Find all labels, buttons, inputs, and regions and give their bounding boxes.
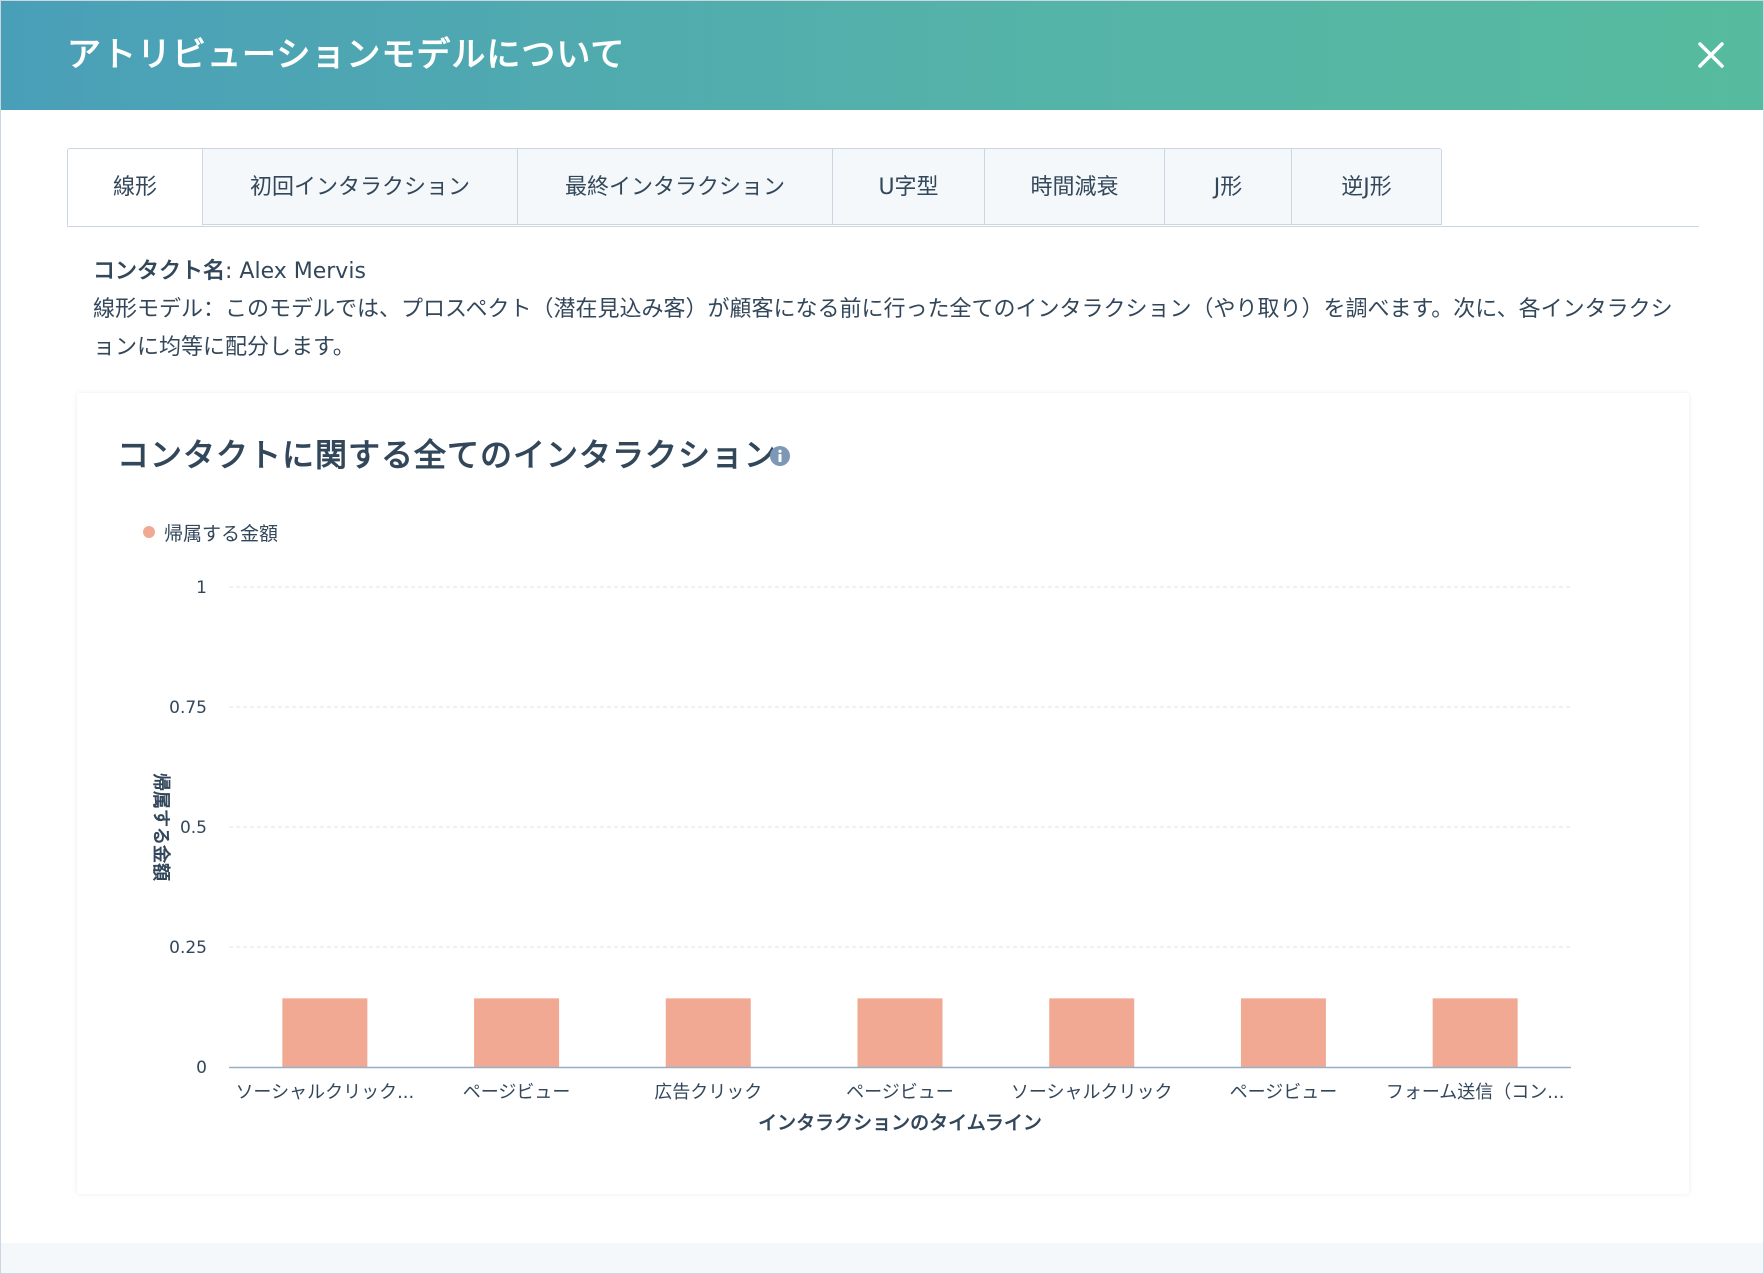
y-tick-label: 0.5 [180,818,207,838]
modal-title: アトリビューションモデルについて [67,35,626,75]
bar [1049,998,1135,1067]
y-tick-label: 0.75 [169,698,207,718]
tab-u-shaped[interactable]: U字型 [833,148,985,225]
bar [665,998,751,1067]
legend-label: 帰属する金額 [164,523,278,545]
contact-label: コンタクト名 [93,259,226,284]
model-description-text: 線形モデル：このモデルでは、プロスペクト（潜在見込み客）が顧客になる前に行った全… [93,297,1673,360]
y-axis-title: 帰属する金額 [150,773,172,881]
tab-inverse-j-shaped[interactable]: 逆J形 [1292,148,1442,225]
attribution-model-tabs: 線形 初回インタラクション 最終インタラクション U字型 時間減衰 J形 逆J形 [67,148,1699,227]
y-tick-label: 0.25 [169,938,207,958]
modal-header: アトリビューションモデルについて [1,1,1763,110]
tab-time-decay[interactable]: 時間減衰 [985,148,1165,225]
x-tick-label: ページビュー [1230,1082,1338,1103]
close-icon [1698,42,1724,68]
contact-name: Alex Mervis [239,259,366,284]
tab-linear[interactable]: 線形 [67,148,203,226]
y-tick-label: 0 [196,1058,207,1078]
legend-marker [143,526,155,538]
x-tick-label: ソーシャルクリック... [235,1082,414,1103]
tab-last-interaction[interactable]: 最終インタラクション [518,148,833,225]
contact-separator: : [225,259,240,284]
attribution-bar-chart: 帰属する金額 0 0.25 0.5 0.75 1 ソーシャルクリック... ページビュー 広告ク… [143,523,1571,1134]
x-tick-label: ページビュー [463,1082,571,1103]
x-tick-label: ソーシャルクリック [1011,1082,1173,1103]
bar [474,998,560,1067]
x-tick-label: ページビュー [846,1082,954,1103]
model-description: コンタクト名: Alex Mervis 線形モデル：このモデルでは、プロスペクト… [93,253,1693,367]
bar [1432,998,1518,1067]
bar [857,998,943,1067]
y-tick-label: 1 [196,578,207,598]
attribution-modal: アトリビューションモデルについて 線形 初回インタラクション 最終インタラクショ… [0,0,1764,1274]
bar [282,998,368,1067]
bar [1240,998,1326,1067]
interactions-chart-card: コンタクトに関する全てのインタラクション 帰属する金額 0 0.25 0.5 0.75 1… [77,393,1689,1194]
close-button[interactable] [1687,31,1735,79]
x-tick-label: 広告クリック [654,1082,762,1103]
x-tick-label: フォーム送信（コン... [1386,1082,1565,1103]
tab-j-shaped[interactable]: J形 [1165,148,1292,225]
x-axis-title: インタラクションのタイムライン [758,1112,1042,1134]
tab-first-interaction[interactable]: 初回インタラクション [203,148,518,225]
modal-footer [1,1243,1763,1273]
contact-line: コンタクト名: Alex Mervis [93,253,1693,291]
